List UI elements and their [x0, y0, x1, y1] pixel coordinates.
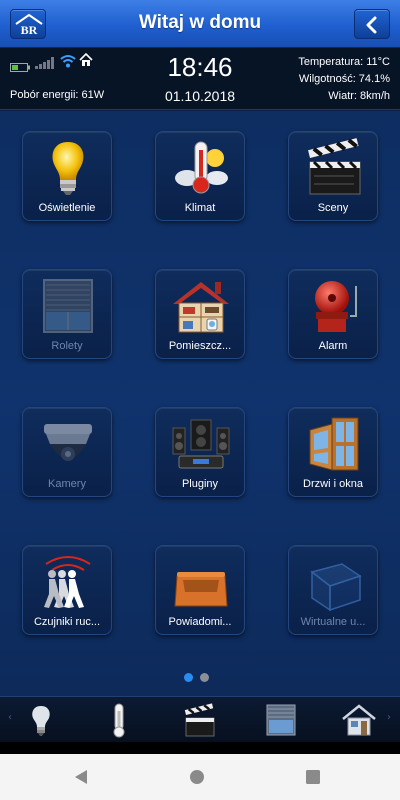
tile-label: Pomieszcz...: [168, 340, 232, 352]
tile-label: Klimat: [184, 202, 216, 214]
lightbulb-icon: [32, 706, 50, 736]
tile-pomieszczenia[interactable]: Pomieszcz...: [155, 269, 245, 359]
tile-wirtualne-urzadzenia[interactable]: Wirtualne u...: [288, 545, 378, 635]
tile-label: Alarm: [318, 340, 348, 352]
roller-blind-icon: [266, 704, 296, 736]
back-button[interactable]: [354, 9, 390, 39]
recents-square-icon: [306, 770, 320, 784]
shortcut-blinds[interactable]: [262, 701, 300, 739]
tile-label: Sceny: [317, 202, 349, 214]
page-title: Witaj w domu: [138, 12, 262, 33]
br-logo-icon: BR: [15, 13, 43, 37]
tile-pluginy[interactable]: Pluginy: [155, 407, 245, 497]
page-dot[interactable]: [200, 673, 209, 682]
tile-oswietlenie[interactable]: Oświetlenie: [22, 131, 112, 221]
energy-consumption: Pobór energii: 61W: [10, 89, 105, 101]
status-panel: 18:46 01.10.2018 Pobór energii: 61W Temp…: [0, 48, 400, 110]
tile-alarm[interactable]: Alarm: [288, 269, 378, 359]
tile-label: Czujniki ruc...: [33, 616, 101, 628]
shortcut-rooms[interactable]: [340, 701, 378, 739]
thermometer-icon: [113, 703, 125, 738]
tile-label: Wirtualne u...: [300, 616, 366, 628]
humidity: Wilgotność: 74.1%: [298, 73, 390, 85]
tile-sceny[interactable]: Sceny: [288, 131, 378, 221]
home-logo-button[interactable]: BR: [10, 9, 46, 39]
door-window-icon: [309, 417, 359, 471]
clapperboard-icon: [308, 138, 361, 195]
wind: Wiatr: 8km/h: [328, 90, 390, 102]
inbox-tray-icon: [174, 572, 228, 607]
clock: 18:46: [167, 52, 233, 82]
nav-recents-button[interactable]: [304, 768, 322, 786]
alarm-bell-icon: [315, 281, 357, 332]
tile-label: Pluginy: [181, 478, 219, 490]
tile-kamery[interactable]: Kamery: [22, 407, 112, 497]
battery-icon: [10, 57, 30, 76]
shortcut-bar: ‹ ›: [0, 696, 400, 742]
tile-drzwi-okna[interactable]: Drzwi i okna: [288, 407, 378, 497]
svg-text:BR: BR: [21, 23, 38, 37]
app-header: BR Witaj w domu: [0, 0, 400, 48]
system-navigation-bar: [0, 754, 400, 800]
chevron-left-icon: [366, 16, 377, 34]
shortcut-lighting[interactable]: [22, 701, 60, 739]
stereo-speakers-icon: [172, 419, 230, 469]
shortcut-climate[interactable]: [100, 701, 138, 739]
tile-label: Rolety: [51, 340, 83, 352]
temperature: Temperatura: 11°C: [298, 56, 390, 68]
house-rooms-icon: [173, 282, 229, 333]
clapperboard-icon: [184, 703, 215, 737]
lightbulb-icon: [52, 142, 84, 195]
roller-blind-icon: [43, 279, 93, 333]
tile-klimat[interactable]: Klimat: [155, 131, 245, 221]
motion-sensor-icon: [44, 556, 91, 608]
virtual-cube-icon: [310, 563, 362, 612]
tile-czujniki-ruchu[interactable]: Czujniki ruc...: [22, 545, 112, 635]
back-triangle-icon: [75, 770, 87, 784]
tile-powiadomienia[interactable]: Powiadomi...: [155, 545, 245, 635]
thermometer-weather-icon: [175, 141, 228, 194]
dome-camera-icon: [44, 424, 92, 461]
nav-back-button[interactable]: [72, 768, 90, 786]
home-circle-icon: [190, 770, 204, 784]
shortcut-scenes[interactable]: [180, 701, 218, 739]
tile-label: Oświetlenie: [38, 202, 96, 214]
weather-info: Temperatura: 11°C Wilgotność: 74.1% Wiat…: [298, 54, 390, 105]
home-status-icon: [79, 52, 93, 71]
signal-strength-icon: [35, 54, 55, 73]
tile-rolety[interactable]: Rolety: [22, 269, 112, 359]
nav-home-button[interactable]: [188, 768, 206, 786]
date: 01.10.2018: [164, 88, 236, 104]
tile-label: Drzwi i okna: [303, 478, 363, 490]
scroll-left-arrow-icon[interactable]: ‹: [8, 712, 12, 723]
wifi-icon: [60, 53, 76, 72]
tile-label: Powiadomi...: [168, 616, 232, 628]
tile-label: Kamery: [48, 478, 86, 490]
main-menu-grid: Oświetlenie Klimat Sceny Rolety Pomieszc…: [0, 111, 400, 696]
scroll-right-arrow-icon[interactable]: ›: [387, 712, 391, 723]
divider-strip: [0, 742, 400, 754]
house-rooms-icon: [342, 704, 376, 736]
page-dot-active[interactable]: [184, 673, 193, 682]
